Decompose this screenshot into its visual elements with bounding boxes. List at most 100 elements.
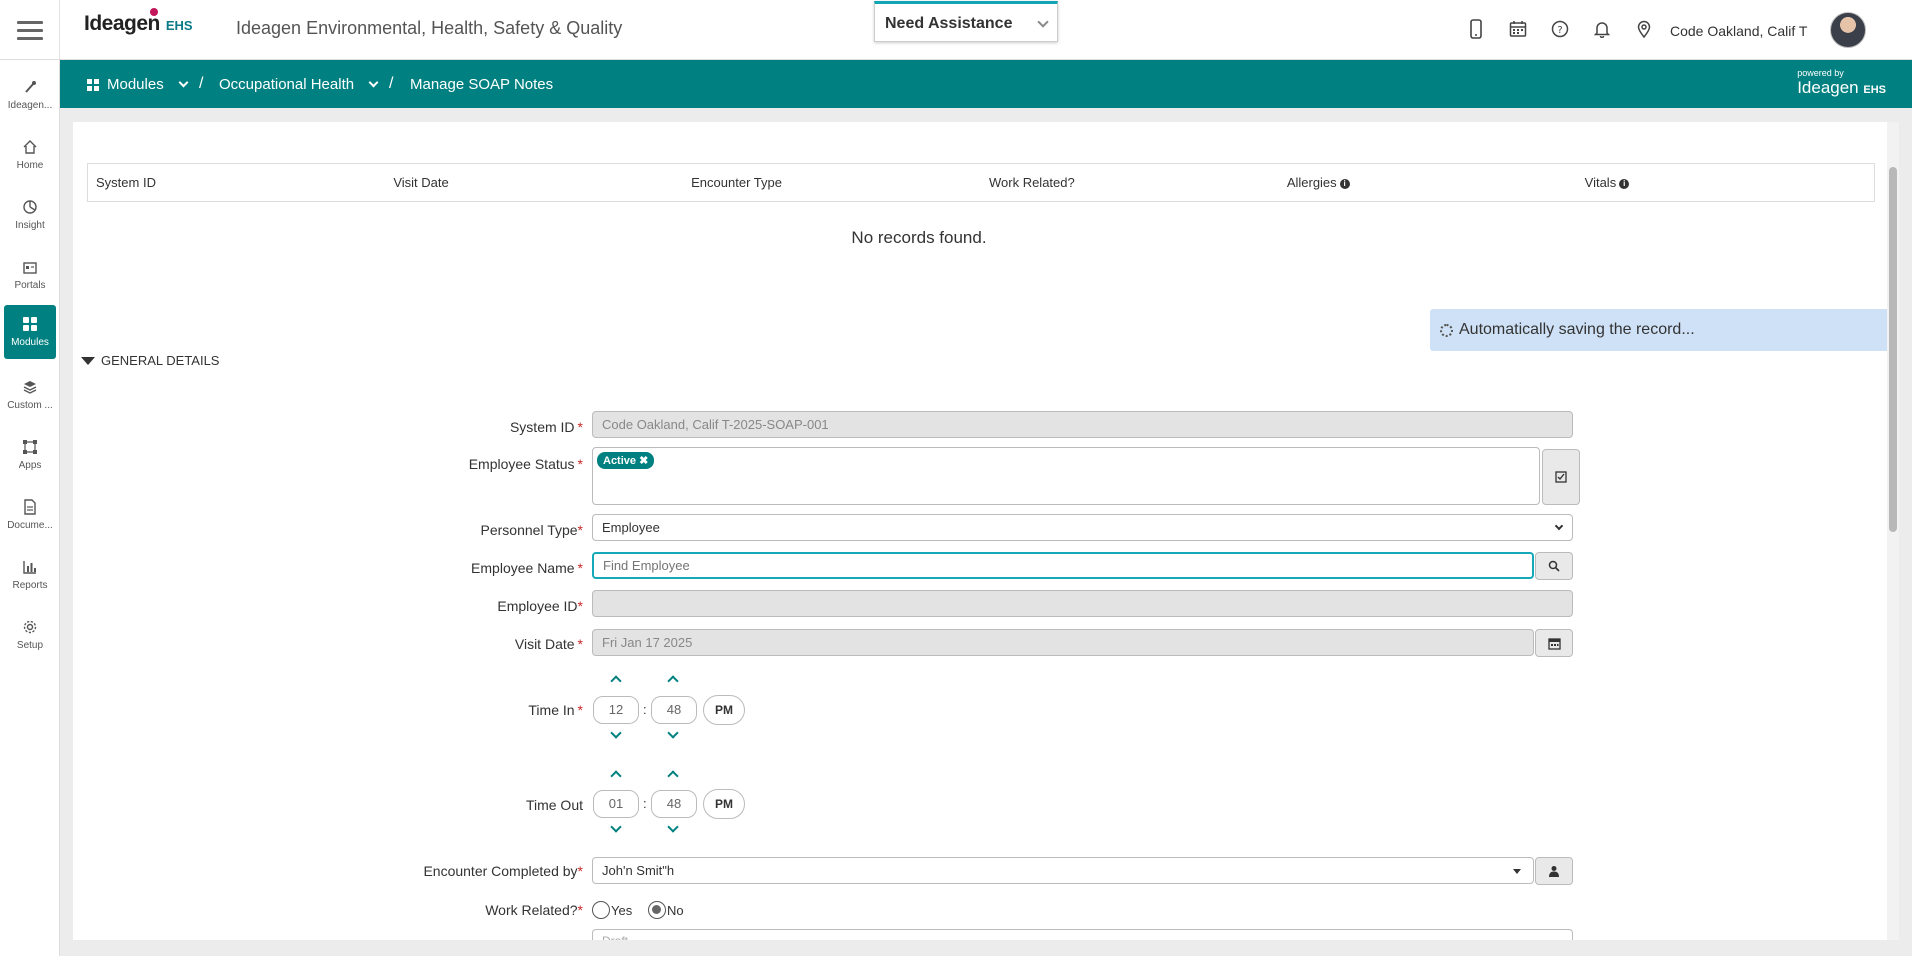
scrollbar-thumb[interactable] [1889,167,1897,532]
sidebar-item-ideagen[interactable]: Ideagen... [4,68,56,122]
system-id-label: System ID * [509,419,583,435]
sidebar-item-home[interactable]: Home [4,128,56,182]
system-id-field: Code Oakland, Calif T-2025-SOAP-001 [592,411,1573,438]
time-out-hour-up-icon[interactable] [610,770,622,782]
time-out-minute-down-icon[interactable] [667,821,679,833]
time-in-hour-input[interactable]: 12 [593,696,639,724]
column-header-work-related[interactable]: Work Related? [980,163,1279,202]
sidebar-item-apps[interactable]: Apps [4,428,56,482]
employee-name-label: Employee Name * [471,560,583,576]
breadcrumb-separator: / [389,75,394,92]
section-toggle-general-details[interactable]: GENERAL DETAILS [81,353,219,368]
visit-date-calendar-button[interactable] [1535,629,1573,657]
employee-status-select-button[interactable] [1542,449,1580,505]
column-header-vitals[interactable]: Vitals i [1576,163,1875,202]
sidebar-item-setup[interactable]: Setup [4,608,56,662]
time-out-label: Time Out [525,797,583,813]
next-field-partial[interactable]: Draft [592,929,1573,940]
apps-icon [22,439,38,455]
encounter-completed-by-label: Encounter Completed by* [423,863,583,879]
main-content-card: System ID Visit Date Encounter Type Work… [73,122,1891,940]
gear-icon [22,619,38,635]
visit-date-field[interactable]: Fri Jan 17 2025 [592,629,1534,656]
breadcrumb: Modules / Occupational Health / Manage S… [60,60,1912,108]
vertical-scrollbar[interactable] [1887,122,1899,940]
time-out-hour-down-icon[interactable] [610,821,622,833]
employee-search-button[interactable] [1535,552,1573,580]
user-name[interactable]: Code Oakland, Calif T [1670,23,1807,39]
chevron-down-icon [1037,16,1049,28]
time-in-hour-up-icon[interactable] [610,675,622,687]
breadcrumb-manage-soap-notes: Manage SOAP Notes [410,76,554,93]
remove-tag-icon[interactable]: ✖ [639,455,648,467]
time-out-minute-input[interactable]: 48 [651,790,697,818]
location-pin-icon[interactable] [1634,18,1654,40]
visit-date-label: Visit Date * [514,636,583,652]
layers-icon [22,379,38,395]
work-related-yes-label: Yes [611,903,633,918]
sidebar-item-modules[interactable]: Modules [4,305,56,359]
personnel-type-select[interactable]: Employee [592,514,1573,541]
sidebar-item-custom[interactable]: Custom ... [4,368,56,422]
calendar-icon [1547,637,1561,650]
sidebar-item-portals[interactable]: Portals [4,248,56,302]
records-table: System ID Visit Date Encounter Type Work… [87,163,1875,202]
time-separator: : [643,796,647,811]
column-header-allergies[interactable]: Allergies i [1278,163,1577,202]
time-in-ampm-toggle[interactable]: PM [703,695,745,725]
empty-message: No records found. [851,228,987,247]
employee-name-input[interactable] [592,552,1534,579]
time-separator: : [643,702,647,717]
hamburger-menu-icon[interactable] [0,0,60,60]
home-icon [22,139,38,155]
time-in-minute-down-icon[interactable] [667,727,679,739]
ideagen-logo[interactable]: Ideagen EHS [84,8,193,42]
encounter-completed-by-select[interactable]: Joh'n Smit"h [592,857,1534,884]
employee-id-label: Employee ID* [497,598,583,614]
header-icons: ? [1466,18,1654,40]
column-header-encounter-type[interactable]: Encounter Type [683,163,981,202]
employee-status-field[interactable]: Active ✖ [592,447,1540,505]
time-out-minute-up-icon[interactable] [667,770,679,782]
portal-icon [22,259,38,275]
info-icon[interactable]: i [1619,178,1630,189]
app-title: Ideagen Environmental, Health, Safety & … [236,18,623,38]
bell-icon[interactable] [1592,18,1612,40]
need-assistance-label: Need Assistance [885,15,1013,32]
column-header-visit-date[interactable]: Visit Date [385,163,684,202]
breadcrumb-modules[interactable]: Modules [87,76,189,93]
sidebar-item-insight[interactable]: Insight [4,188,56,242]
breadcrumb-separator: / [199,75,204,92]
avatar[interactable] [1830,12,1866,48]
time-out-hour-input[interactable]: 01 [593,790,639,818]
grid-icon [22,316,38,332]
work-related-no-radio[interactable] [648,901,666,919]
checkbox-icon [1555,471,1567,483]
chevron-down-icon [1554,521,1564,531]
calendar-icon[interactable] [1508,18,1528,40]
logo-dot-icon [150,8,158,16]
chevron-down-icon [178,77,189,88]
breadcrumb-occupational-health[interactable]: Occupational Health [219,76,379,93]
autosave-notice: Automatically saving the record... [1430,309,1890,351]
bar-chart-icon [22,559,38,575]
user-icon [1549,866,1559,877]
info-icon[interactable]: i [1339,178,1350,189]
time-out-ampm-toggle[interactable]: PM [703,789,745,819]
sidebar-item-reports[interactable]: Reports [4,548,56,602]
time-in-minute-up-icon[interactable] [667,675,679,687]
time-in-minute-input[interactable]: 48 [651,696,697,724]
status-tag-active[interactable]: Active ✖ [597,452,655,469]
work-related-no-label: No [667,903,684,918]
work-related-yes-radio[interactable] [592,901,610,919]
time-in-hour-down-icon[interactable] [610,727,622,739]
grid-icon [87,78,99,91]
column-header-system-id[interactable]: System ID [87,163,386,202]
mobile-icon[interactable] [1466,18,1486,40]
encounter-user-picker-button[interactable] [1535,857,1573,885]
powered-by-logo: powered by Ideagen EHS [1797,68,1886,97]
help-icon[interactable]: ? [1550,18,1570,40]
need-assistance-dropdown[interactable]: Need Assistance [874,1,1058,42]
sidebar-item-documents[interactable]: Docume... [4,488,56,542]
time-in-label: Time In * [528,702,583,718]
